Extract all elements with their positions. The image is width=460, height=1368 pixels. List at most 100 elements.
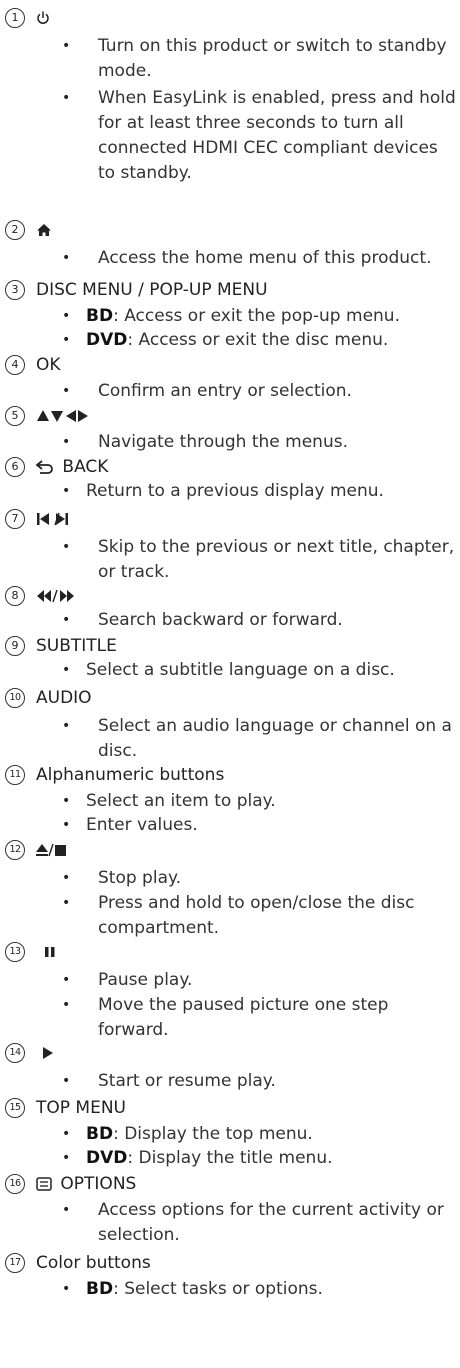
item-title [36,584,76,608]
bullet-symbol: • [62,1073,71,1089]
item-title: OPTIONS [36,1172,136,1196]
bullet-text: Navigate through the menus. [98,432,348,452]
bullet-text: Select an item to play. [86,791,276,811]
item-title: OK [36,353,61,377]
item-title [36,6,50,30]
bullet-text: DVD: Access or exit the disc menu. [86,328,458,353]
item-title [36,507,70,531]
bullet-symbol: • [62,434,71,450]
item-number-badge: 3 [5,280,25,300]
item-number-badge: 7 [5,509,25,529]
bullet-symbol: • [62,997,71,1013]
bullet-text: Stop play. [98,868,182,888]
bullet-rest-text: : Display the title menu. [127,1148,333,1168]
power-icon [36,10,50,26]
item-title-text: BACK [62,457,109,477]
remote-control-manual-page: 1 • Turn on this product or switch to st… [0,0,460,1368]
bullet-rest-text: : Display the top menu. [113,1124,313,1144]
item-number-badge: 1 [5,8,25,28]
bullet-symbol: • [62,662,71,678]
bullet-text: Turn on this product or switch to standb… [98,36,447,81]
bullet-symbol: • [62,332,71,348]
bullet-symbol: • [62,483,71,499]
bullet-symbol: • [62,817,71,833]
item-number-badge: 6 [5,457,25,477]
bullet-symbol: • [62,793,71,809]
item-number-badge: 8 [5,586,25,606]
bullet-symbol: • [62,1202,71,1218]
item-title: Color buttons [36,1251,151,1275]
item-number-badge: 12 [5,840,25,860]
bullet-text: Enter values. [86,815,198,835]
item-number-badge: 5 [5,406,25,426]
bullet-text: BD: Access or exit the pop-up menu. [86,304,458,329]
bullet-text: Select a subtitle language on a disc. [86,660,395,680]
bullet-symbol: • [62,972,71,988]
bullet-text: Start or resume play. [98,1071,276,1091]
bullet-symbol: • [62,895,71,911]
bullet-symbol: • [62,1126,71,1142]
back-arrow-icon [36,460,54,474]
bullet-text: Access options for the current activity … [98,1200,444,1245]
bullet-text: DVD: Display the title menu. [86,1146,458,1171]
pause-icon [44,945,56,959]
bullet-text: BD: Display the top menu. [86,1122,458,1147]
item-title-text: TOP MENU [36,1098,126,1118]
item-title [36,218,52,242]
bullet-bold-label: DVD [86,1148,128,1168]
bullet-symbol: • [62,1281,71,1297]
bullet-text: Confirm an entry or selection. [98,381,352,401]
item-number-badge: 9 [5,636,25,656]
item-number-badge: 10 [5,688,25,708]
item-title-text: Alphanumeric buttons [36,765,225,785]
rewind-forward-icon [36,589,76,603]
bullet-text: When EasyLink is enabled, press and hold… [98,88,456,183]
item-title: BACK [36,455,108,479]
item-number-badge: 16 [5,1174,25,1194]
item-title-text: Color buttons [36,1253,151,1273]
item-number-badge: 14 [5,1043,25,1063]
item-title [36,940,56,964]
bullet-symbol: • [62,308,71,324]
bullet-text: Access the home menu of this product. [98,248,432,268]
bullet-text: Move the paused picture one step forward… [98,995,389,1040]
item-title: AUDIO [36,686,92,710]
bullet-bold-label: BD [86,306,114,326]
item-title-text: DISC MENU / POP-UP MENU [36,280,268,300]
item-number-badge: 13 [5,942,25,962]
bullet-text: BD: Select tasks or options. [86,1277,458,1302]
item-title: DISC MENU / POP-UP MENU [36,278,268,302]
navigation-arrows-icon [36,409,92,423]
item-title [36,838,68,862]
bullet-symbol: • [62,718,71,734]
bullet-symbol: • [62,612,71,628]
bullet-rest-text: : Access or exit the pop-up menu. [113,306,400,326]
bullet-symbol: • [62,539,71,555]
bullet-symbol: • [62,1150,71,1166]
item-title-text: OPTIONS [60,1174,137,1194]
home-icon [36,222,52,238]
item-number-badge: 4 [5,355,25,375]
bullet-text: Search backward or forward. [98,610,343,630]
item-title [36,404,92,428]
item-title [36,1041,54,1065]
bullet-bold-label: BD [86,1279,114,1299]
bullet-symbol: • [62,250,71,266]
item-title: TOP MENU [36,1096,126,1120]
item-title-text: SUBTITLE [36,636,117,656]
bullet-symbol: • [62,870,71,886]
item-number-badge: 15 [5,1098,25,1118]
bullet-rest-text: : Select tasks or options. [113,1279,323,1299]
bullet-bold-label: BD [86,1124,114,1144]
item-title: Alphanumeric buttons [36,763,224,787]
item-number-badge: 17 [5,1253,25,1273]
skip-previous-next-icon [36,512,70,526]
eject-stop-icon [36,843,68,857]
bullet-symbol: • [62,90,71,106]
bullet-text: Skip to the previous or next title, chap… [98,537,455,582]
bullet-text: Pause play. [98,970,193,990]
bullet-text: Select an audio language or channel on a… [98,716,452,761]
bullet-symbol: • [62,38,71,54]
item-title-text: OK [36,355,61,375]
bullet-text: Return to a previous display menu. [86,481,384,501]
